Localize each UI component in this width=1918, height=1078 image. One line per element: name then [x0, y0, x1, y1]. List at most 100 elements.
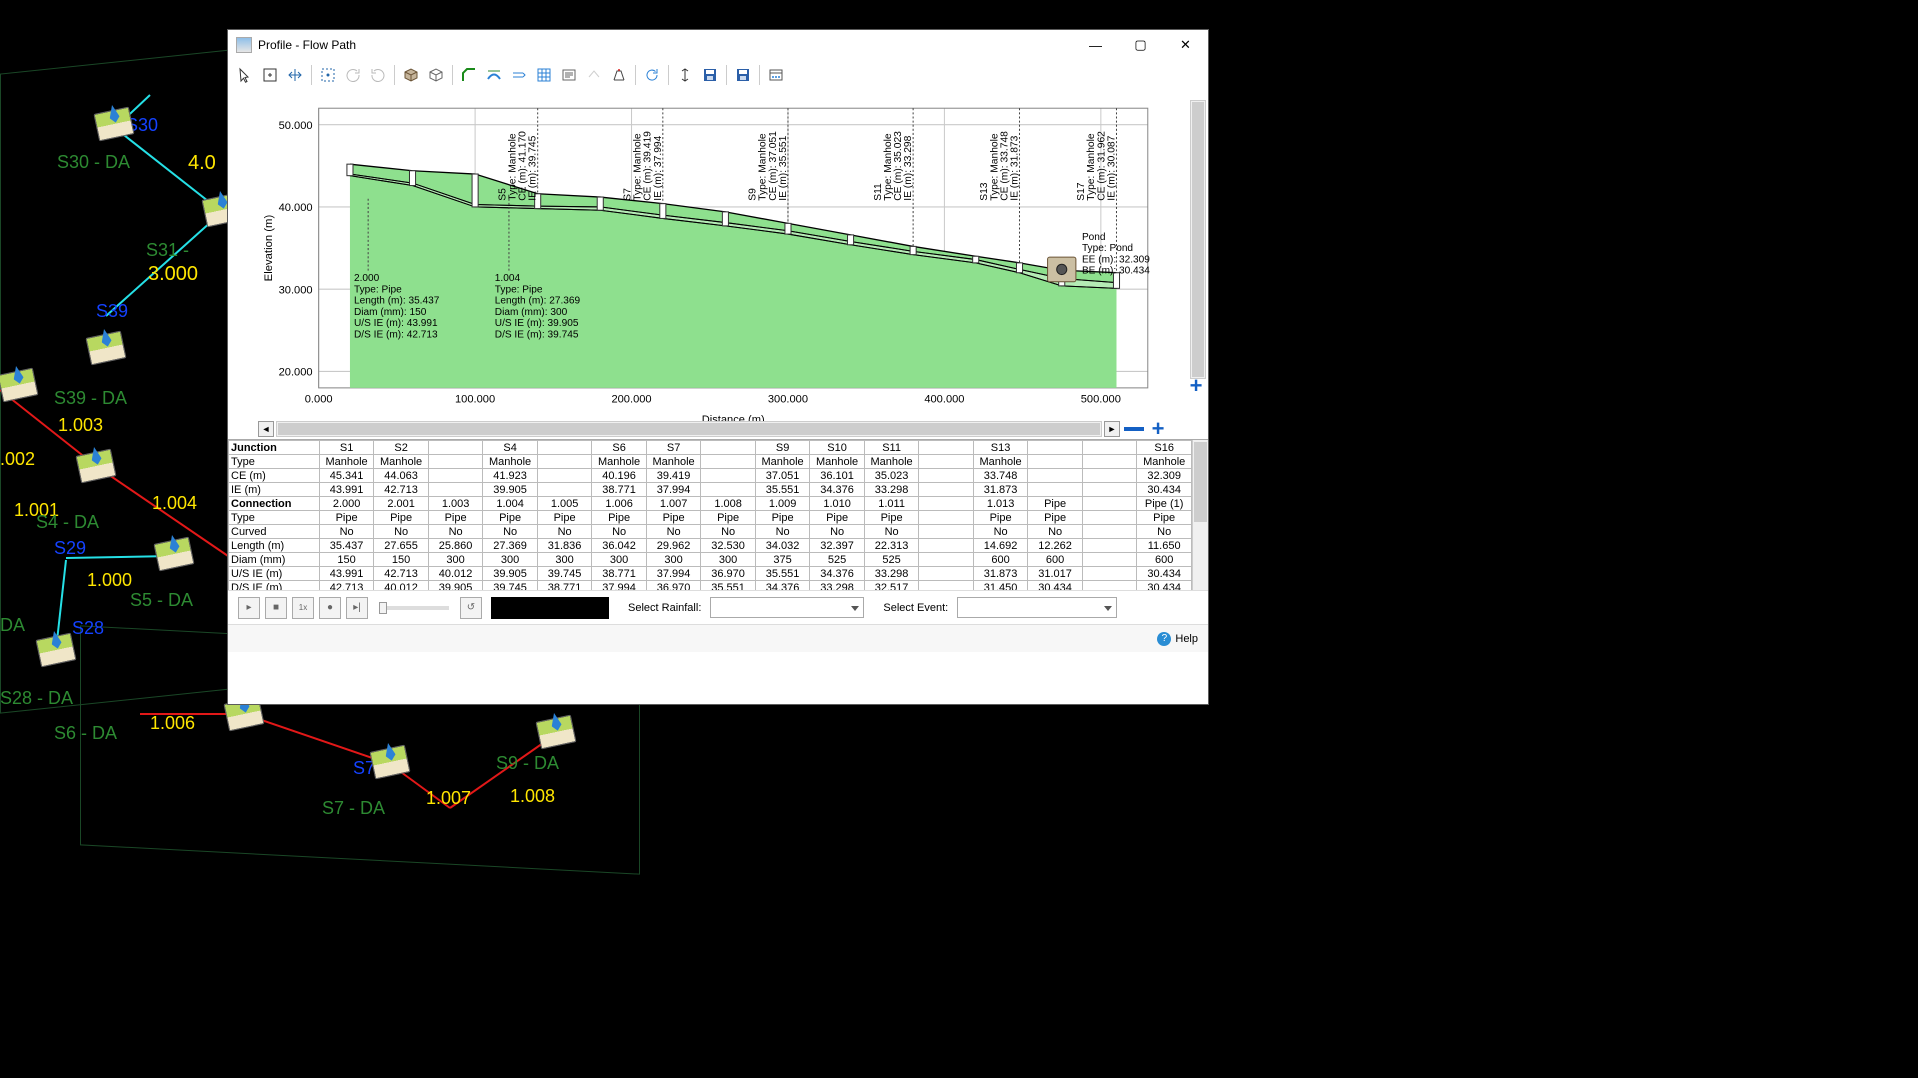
data-grid[interactable]: JunctionS1S2S4S6S7S9S10S11S13S16TypeManh… — [228, 440, 1192, 590]
svg-text:D/S IE (m): 39.745: D/S IE (m): 39.745 — [495, 329, 579, 340]
profile-window: Profile - Flow Path — ▢ ✕ — [227, 29, 1209, 705]
svg-text:D/S IE (m): 42.713: D/S IE (m): 42.713 — [354, 329, 438, 340]
time-slider[interactable] — [379, 606, 449, 610]
svg-text:EE (m): 32.309: EE (m): 32.309 — [1082, 254, 1150, 265]
view-3d-solid-button[interactable] — [400, 64, 422, 86]
select-rainfall-label: Select Rainfall: — [628, 602, 701, 614]
annotations-button[interactable] — [558, 64, 580, 86]
svg-text:IE (m): 33.298: IE (m): 33.298 — [903, 135, 914, 200]
profile-chart-area[interactable]: 20.00030.00040.00050.0000.000100.000200.… — [228, 90, 1208, 440]
zoom-extents-button[interactable] — [317, 64, 339, 86]
map-label: S7 - DA — [322, 798, 385, 819]
toolbar — [228, 60, 1208, 90]
map-label: 1.008 — [510, 786, 555, 807]
map-label: .002 — [0, 449, 35, 470]
help-button[interactable]: ? Help — [1157, 632, 1198, 646]
svg-text:50.000: 50.000 — [279, 120, 313, 132]
map-label: 1.003 — [58, 415, 103, 436]
svg-text:0.000: 0.000 — [305, 393, 333, 405]
titlebar[interactable]: Profile - Flow Path — ▢ ✕ — [228, 30, 1208, 60]
refresh-button[interactable] — [641, 64, 663, 86]
svg-text:20.000: 20.000 — [279, 366, 313, 378]
hgl-table-button[interactable] — [533, 64, 555, 86]
measure-button[interactable] — [674, 64, 696, 86]
profile-chart[interactable]: 20.00030.00040.00050.0000.000100.000200.… — [258, 100, 1168, 429]
svg-text:Type: Pipe: Type: Pipe — [354, 284, 402, 295]
svg-text:2.000: 2.000 — [354, 273, 380, 284]
svg-text:200.000: 200.000 — [611, 393, 651, 405]
chart-scroll-right-button[interactable]: ► — [1104, 421, 1120, 437]
hgl-button[interactable] — [483, 64, 505, 86]
zoom-in-h-button[interactable]: + — [1148, 419, 1168, 439]
flip-path-button[interactable] — [583, 64, 605, 86]
svg-text:Diam (mm): 150: Diam (mm): 150 — [354, 307, 427, 318]
minimize-button[interactable]: — — [1073, 31, 1118, 60]
svg-text:40.000: 40.000 — [279, 202, 313, 214]
flow-arrows-button[interactable] — [508, 64, 530, 86]
save-button[interactable] — [732, 64, 754, 86]
app-icon — [236, 37, 252, 53]
rotate-cw-button[interactable] — [367, 64, 389, 86]
select-event-dropdown[interactable] — [957, 597, 1117, 618]
data-grid-area[interactable]: JunctionS1S2S4S6S7S9S10S11S13S16TypeManh… — [228, 440, 1208, 590]
step-button[interactable]: ▸| — [346, 597, 368, 619]
map-label: 1.007 — [426, 788, 471, 809]
stop-button[interactable]: ■ — [265, 597, 287, 619]
zoom-in-v-button[interactable]: + — [1186, 373, 1206, 399]
zoom-out-h-button[interactable] — [1124, 427, 1144, 431]
close-button[interactable]: ✕ — [1163, 31, 1208, 60]
ground-line-button[interactable] — [458, 64, 480, 86]
pan-button[interactable] — [284, 64, 306, 86]
map-label: S5 - DA — [130, 590, 193, 611]
svg-text:1.004: 1.004 — [495, 273, 521, 284]
footer: ? Help — [228, 624, 1208, 652]
select-event-label: Select Event: — [883, 602, 948, 614]
svg-text:Length (m): 35.437: Length (m): 35.437 — [354, 296, 440, 307]
view-3d-wire-button[interactable] — [425, 64, 447, 86]
maximize-button[interactable]: ▢ — [1118, 31, 1163, 60]
help-icon: ? — [1157, 632, 1171, 646]
svg-text:IE (m): 37.994: IE (m): 37.994 — [653, 135, 664, 200]
loop-button[interactable]: ↺ — [460, 597, 482, 619]
chart-h-scrollbar[interactable] — [276, 421, 1102, 437]
grid-v-scrollbar[interactable] — [1192, 440, 1208, 590]
rotate-ccw-button[interactable] — [342, 64, 364, 86]
map-label: 4.0 — [188, 152, 216, 175]
map-label: S9 - DA — [496, 753, 559, 774]
svg-text:500.000: 500.000 — [1081, 393, 1121, 405]
help-label: Help — [1175, 633, 1198, 645]
play-button[interactable]: ▸ — [238, 597, 260, 619]
settings-button[interactable] — [765, 64, 787, 86]
svg-text:BE (m): 30.434: BE (m): 30.434 — [1082, 266, 1150, 277]
svg-text:U/S IE (m): 43.991: U/S IE (m): 43.991 — [354, 318, 438, 329]
pointer-tool-button[interactable] — [234, 64, 256, 86]
svg-text:Type: Pond: Type: Pond — [1082, 243, 1133, 254]
chart-v-scrollbar[interactable] — [1190, 100, 1206, 379]
svg-text:300.000: 300.000 — [768, 393, 808, 405]
map-label: 3.000 — [148, 263, 198, 286]
speed-button[interactable]: 1x — [292, 597, 314, 619]
svg-text:Pond: Pond — [1082, 232, 1106, 243]
map-label: DA — [0, 615, 25, 636]
playback-bar: ▸ ■ 1x ● ▸| ↺ Select Rainfall: Select Ev… — [228, 590, 1208, 624]
timestamp-display — [491, 597, 609, 619]
save-image-button[interactable] — [699, 64, 721, 86]
map-label: S39 — [96, 301, 128, 322]
svg-text:Type: Pipe: Type: Pipe — [495, 284, 543, 295]
svg-text:Length (m): 27.369: Length (m): 27.369 — [495, 296, 581, 307]
map-label: S31 - — [146, 240, 189, 261]
map-label: 1.000 — [87, 570, 132, 591]
zoom-window-button[interactable] — [259, 64, 281, 86]
svg-text:IE (m): 31.873: IE (m): 31.873 — [1010, 135, 1021, 200]
svg-text:Diam (mm): 300: Diam (mm): 300 — [495, 307, 568, 318]
record-button[interactable]: ● — [319, 597, 341, 619]
map-label: S29 — [54, 538, 86, 559]
svg-text:U/S IE (m): 39.905: U/S IE (m): 39.905 — [495, 318, 579, 329]
design-button[interactable] — [608, 64, 630, 86]
svg-text:Elevation (m): Elevation (m) — [263, 215, 275, 282]
svg-text:IE (m): 39.745: IE (m): 39.745 — [528, 135, 539, 200]
svg-text:30.000: 30.000 — [279, 284, 313, 296]
chart-scroll-left-button[interactable]: ◄ — [258, 421, 274, 437]
select-rainfall-dropdown[interactable] — [710, 597, 864, 618]
map-label: S28 — [72, 618, 104, 639]
